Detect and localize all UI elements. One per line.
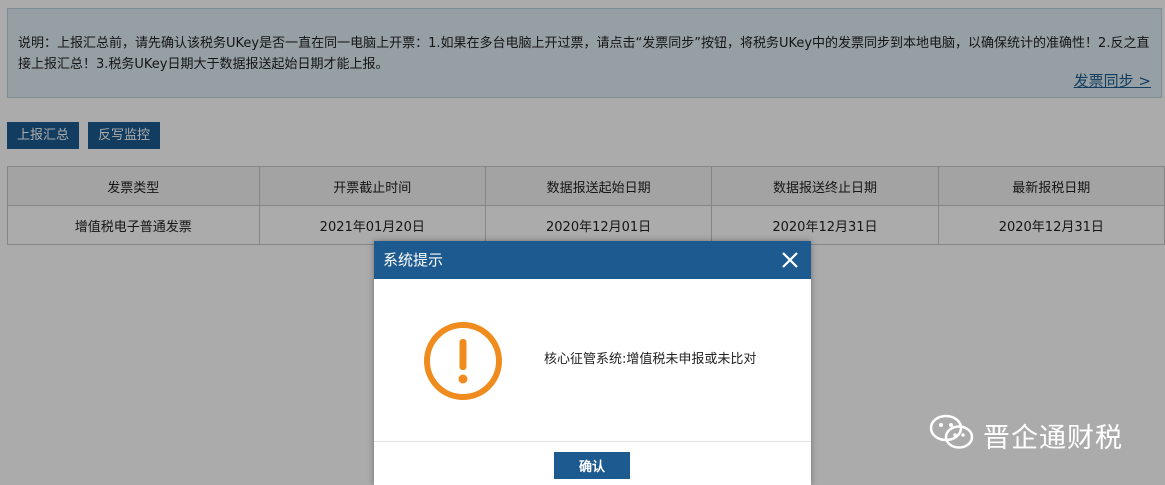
confirm-button[interactable]: 确认 — [554, 452, 630, 479]
wechat-icon — [929, 412, 983, 459]
dialog-title: 系统提示 — [383, 251, 444, 269]
dialog-message: 核心征管系统:增值税未申报或未比对 — [544, 352, 757, 367]
close-icon[interactable] — [775, 245, 805, 275]
system-prompt-dialog: 系统提示 核心征管系统:增值税未申报或未比对 确认 — [374, 241, 811, 485]
watermark-text: 晋企通财税 — [983, 423, 1123, 454]
dialog-header: 系统提示 — [374, 241, 811, 279]
dialog-footer: 确认 — [374, 442, 811, 485]
watermark: 晋企通财税 — [929, 412, 1123, 459]
warning-icon — [422, 320, 504, 406]
dialog-body: 核心征管系统:增值税未申报或未比对 — [374, 279, 811, 442]
